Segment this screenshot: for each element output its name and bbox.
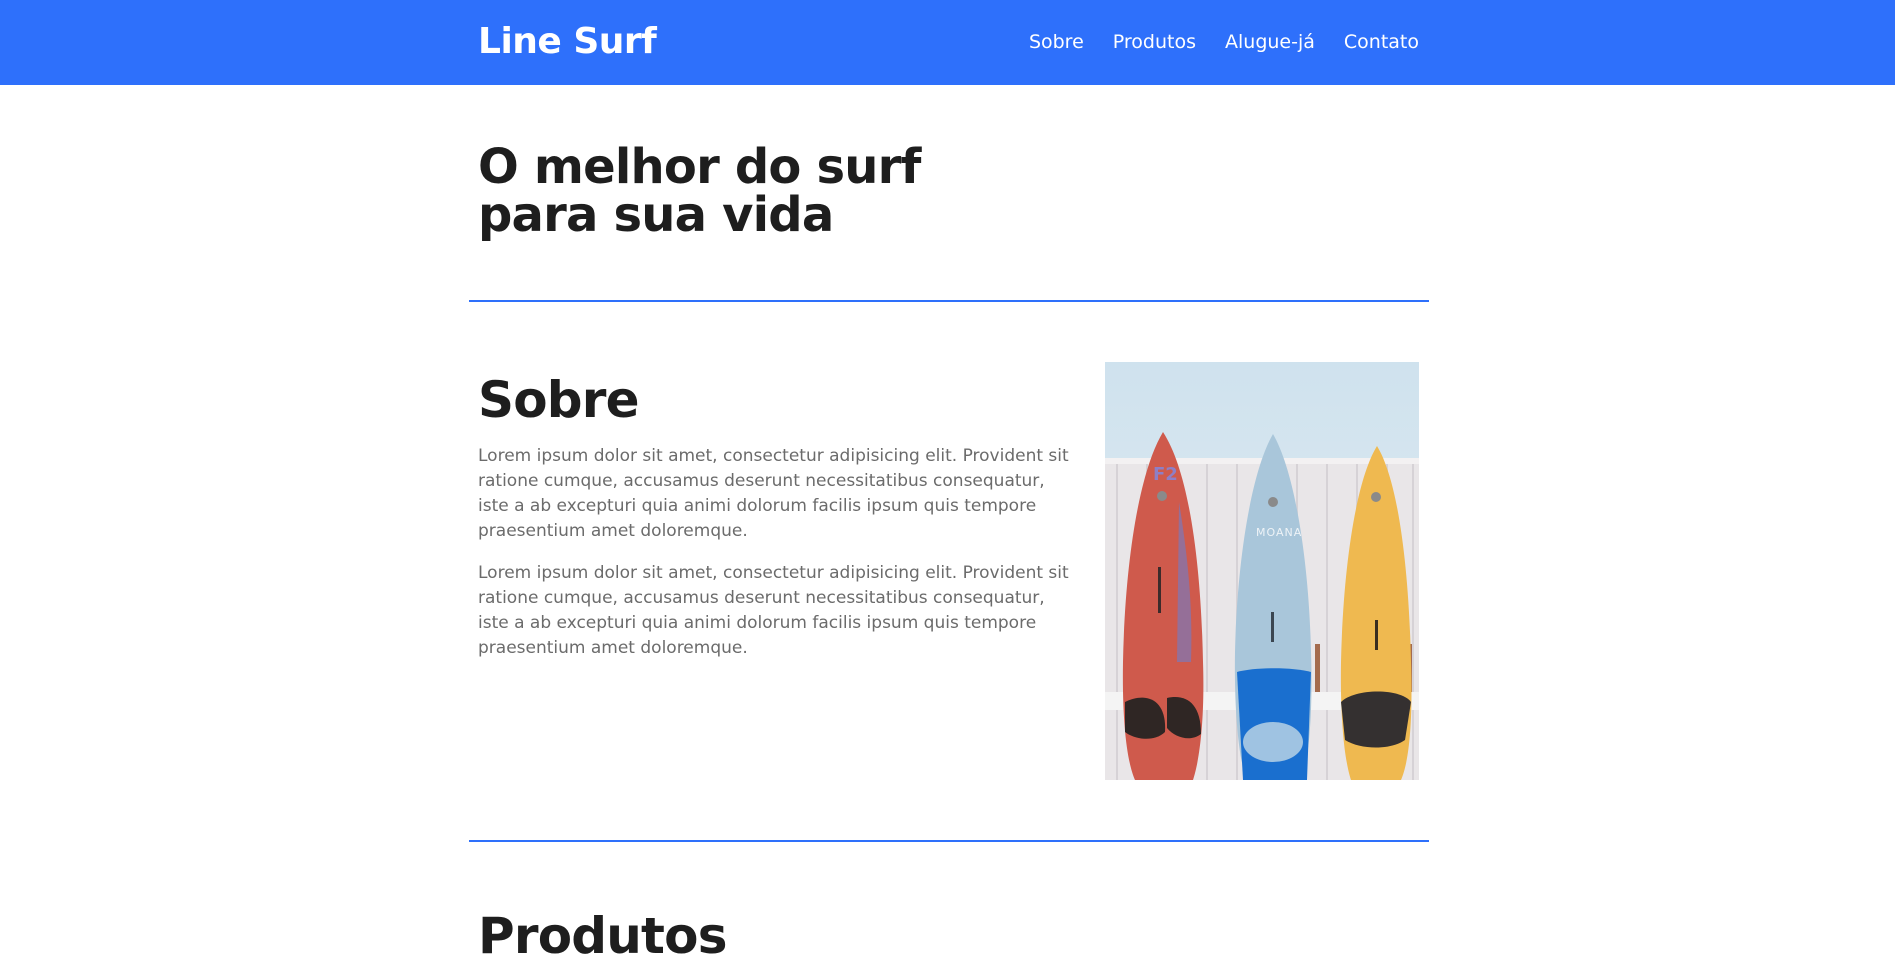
board-brand-label: MOANA xyxy=(1256,526,1302,539)
site-logo[interactable]: Line Surf xyxy=(478,18,657,66)
section-divider xyxy=(469,300,1429,302)
svg-text:F2: F2 xyxy=(1153,464,1178,485)
main-nav: Sobre Produtos Alugue-já Contato xyxy=(1029,28,1419,56)
surfboards-photo: F2 MOANA xyxy=(1105,362,1419,780)
about-paragraph-1: Lorem ipsum dolor sit amet, consectetur … xyxy=(478,446,1069,541)
about-paragraph-2: Lorem ipsum dolor sit amet, consectetur … xyxy=(478,563,1069,658)
products-title: Produtos xyxy=(478,907,727,965)
site-header: Line Surf Sobre Produtos Alugue-já Conta… xyxy=(0,0,1895,85)
surfboards-illustration: F2 MOANA xyxy=(1105,362,1419,780)
nav-link-alugue-ja[interactable]: Alugue-já xyxy=(1225,28,1315,56)
nav-link-sobre[interactable]: Sobre xyxy=(1029,28,1084,56)
hero-title-line-1: O melhor do surf xyxy=(478,139,921,195)
nav-link-contato[interactable]: Contato xyxy=(1344,28,1419,56)
hero-title-line-2: para sua vida xyxy=(478,187,834,243)
about-title: Sobre xyxy=(478,371,640,429)
nav-link-produtos[interactable]: Produtos xyxy=(1113,28,1196,56)
hero-title: O melhor do surf para sua vida xyxy=(478,143,998,239)
section-divider xyxy=(469,840,1429,842)
